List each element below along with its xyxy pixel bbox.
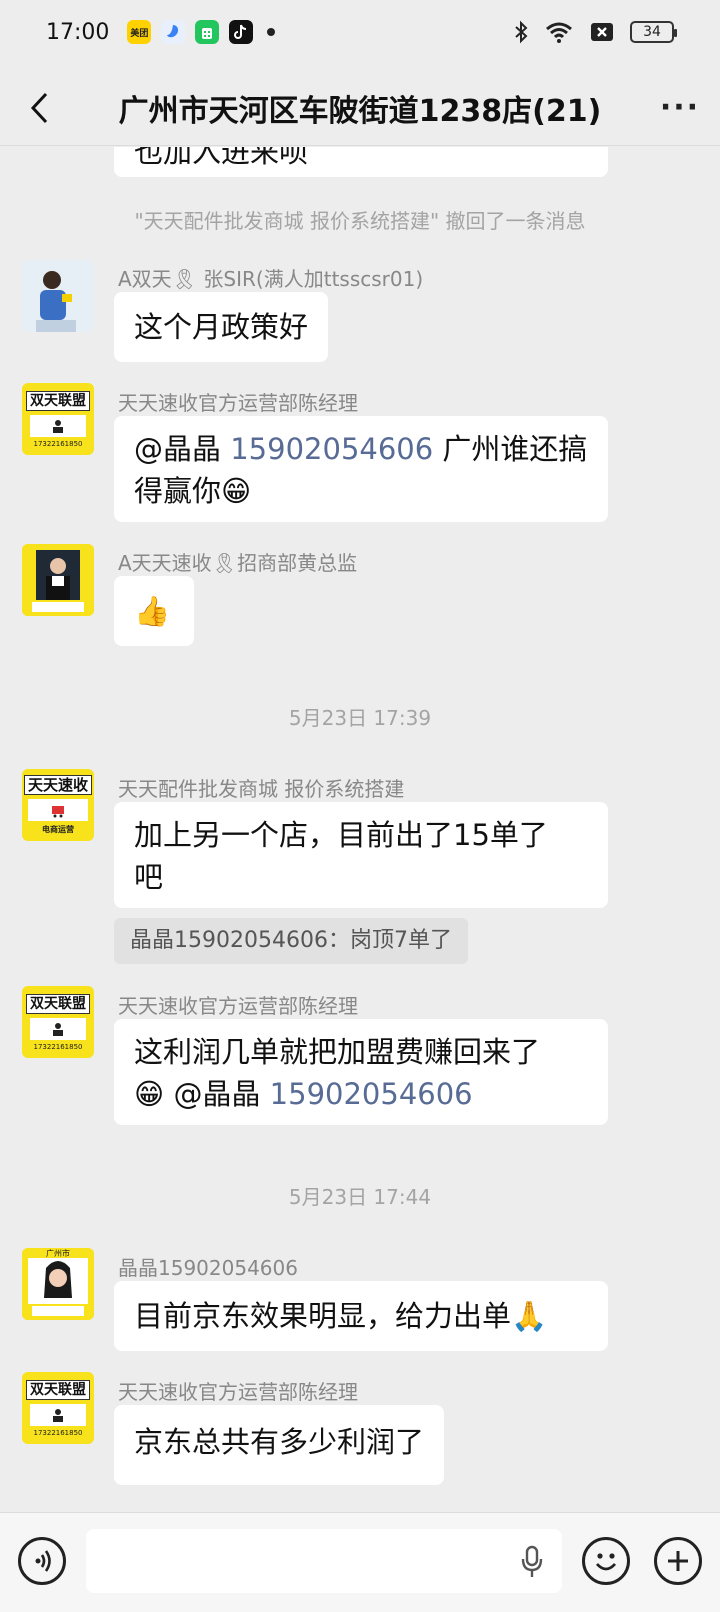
message-text: 这利润几单就把加盟费赚回来了 [134,1035,541,1069]
more-options-button[interactable]: ··· [640,70,720,146]
smiley-icon [595,1553,617,1571]
message-text: 得赢你😁 [134,474,252,508]
person-icon [53,419,63,433]
avatar[interactable]: 双天联盟 17322161850 [22,986,94,1058]
meituan-icon: 美团 [127,20,152,44]
avatar-label: 双天联盟 [26,993,90,1014]
message-bubble[interactable]: 这个月政策好 [114,292,329,362]
avatar-card [30,414,86,437]
message-bubble[interactable]: 京东总共有多少利润了 [114,1405,445,1485]
emoji-button[interactable] [582,1537,630,1585]
avatar-sub: 电商运营 [42,825,74,834]
bluetooth-icon [515,20,528,44]
avatar-label: 双天联盟 [26,1379,90,1400]
avatar-phone: 17322161850 [33,1428,83,1437]
voice-mode-button[interactable] [18,1537,66,1585]
message-bubble[interactable]: 👍 [114,576,194,646]
message-text: 这个月政策好 [134,310,309,344]
avatar-card [30,1017,86,1040]
microphone-icon[interactable] [520,1545,544,1579]
avatar[interactable]: 双天联盟 17322161850 [22,1372,94,1444]
timestamp: 5月23日 17:44 [288,1185,432,1209]
quoted-message[interactable]: 晶晶15902054606：岗顶7单了 [114,918,468,964]
avatar[interactable] [22,260,94,332]
avatar-phone: 17322161850 [33,1042,83,1051]
sender-name: A天天速收🎗招商部黄总监 [118,551,358,575]
timestamp: 5月23日 17:39 [288,706,432,730]
message-text: 也加入进来呗 [134,147,309,169]
wechat-pay-icon [195,20,220,44]
avatar[interactable]: 双天联盟 17322161850 [22,383,94,455]
sender-name: 天天速收官方运营部陈经理 [118,994,358,1018]
more-actions-button[interactable] [654,1537,702,1585]
chevron-left-icon [30,92,48,123]
message-text: 加上另一个店，目前出了15单了 [134,818,548,852]
tiktok-icon [229,20,254,44]
message-text: 京东总共有多少利润了 [134,1425,425,1459]
phone-link[interactable]: 15902054606 [230,432,433,466]
recall-notice: "天天配件批发商城 报价系统搭建" 撤回了一条消息 [134,209,586,233]
message-list[interactable]: 也加入进来呗 "天天配件批发商城 报价系统搭建" 撤回了一条消息 A双天🎗 张S… [0,147,720,1511]
avatar-label: 双天联盟 [26,390,90,411]
person-icon [53,1408,63,1422]
avatar-card [30,1403,86,1426]
status-time: 17:00 [46,19,110,45]
plus-icon [668,1551,688,1571]
thumbs-up-icon: 👍 [134,594,171,628]
voice-icon [35,1550,51,1572]
message-text: 吧 [134,860,164,894]
chat-title: 广州市天河区车陂街道1238店(21) [118,93,602,129]
message-text: 广州谁还搞 [433,432,588,466]
avatar-city: 广州市 [46,1249,70,1258]
message-bubble[interactable]: 目前京东效果明显，给力出单🙏 [114,1281,608,1351]
avatar[interactable]: 天天速收 电商运营 [22,769,94,841]
message-bubble[interactable]: 加上另一个店，目前出了15单了 吧 [114,802,608,908]
sender-name: 天天速收官方运营部陈经理 [118,1380,358,1404]
notification-dot [267,28,276,36]
no-sim-icon [591,23,613,41]
message-bubble[interactable]: @晶晶 15902054606 广州谁还搞 得赢你😁 [114,416,608,522]
person-icon [53,1022,63,1036]
message-bubble-partial[interactable]: 也加入进来呗 [114,147,608,177]
chat-header: 广州市天河区车陂街道1238店(21) ··· [0,70,720,146]
phone-link[interactable]: 15902054606 [270,1077,473,1111]
back-button[interactable] [0,70,80,146]
sender-name: A双天🎗 张SIR(满人加ttsscsr01) [118,267,424,291]
avatar-phone: 17322161850 [33,439,83,448]
message-bubble[interactable]: 这利润几单就把加盟费赚回来了 😁 @晶晶 15902054606 [114,1019,608,1125]
wifi-icon [546,22,572,43]
browser-icon [161,20,186,44]
sender-name: 晶晶15902054606 [118,1256,298,1280]
person-photo-icon [22,544,94,616]
mention[interactable]: 😁 @晶晶 [134,1077,270,1111]
person-photo-icon [22,260,94,332]
sender-name: 天天配件批发商城 报价系统搭建 [118,777,405,801]
message-text: 目前京东效果明显，给力出单🙏 [134,1299,548,1333]
input-bar [0,1512,720,1612]
message-input[interactable] [86,1529,562,1593]
sender-name: 天天速收官方运营部陈经理 [118,391,358,415]
cart-icon [52,806,64,818]
mention[interactable]: @晶晶 [134,432,221,466]
avatar-label: 天天速收 [23,775,92,795]
status-bar: 17:00 美团 34 [0,0,720,64]
avatar[interactable] [22,544,94,616]
battery-indicator: 34 [630,21,677,43]
avatar-card [28,799,88,821]
